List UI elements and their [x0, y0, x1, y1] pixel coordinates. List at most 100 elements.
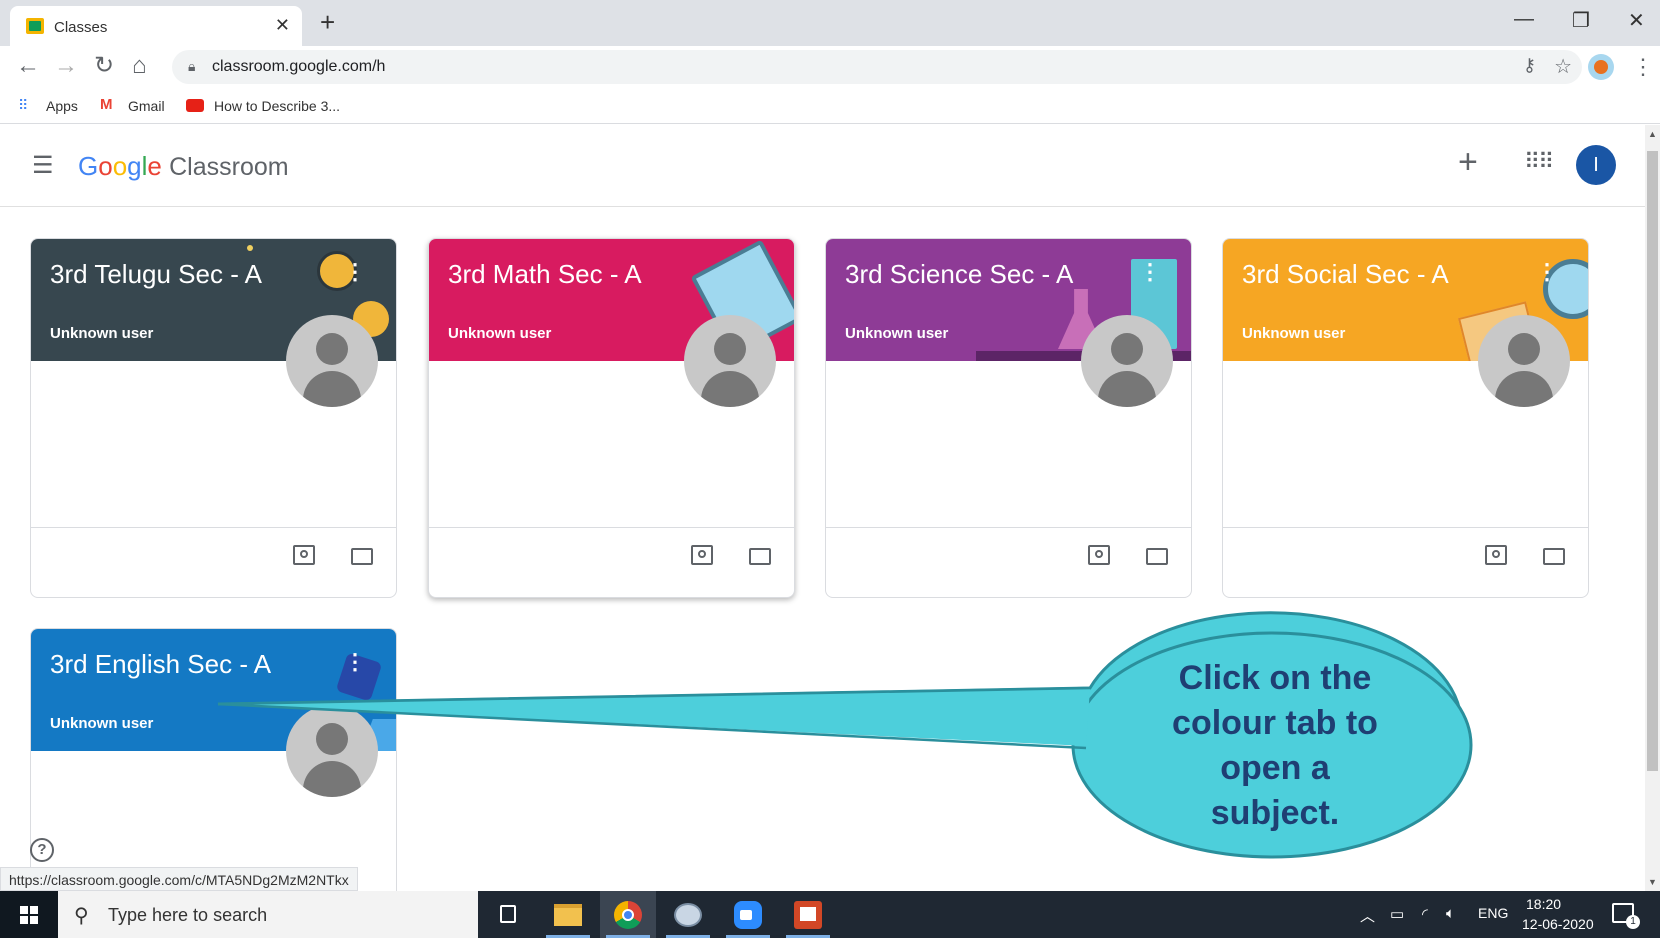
link-status-url: https://classroom.google.com/c/MTA5NDg2M… [0, 867, 358, 891]
battery-icon[interactable]: ▭ [1390, 905, 1404, 923]
logo-product-name: Classroom [169, 153, 289, 181]
tab-classes[interactable]: Classes ✕ [10, 6, 302, 46]
page-scrollbar[interactable]: ▲ ▼ [1645, 125, 1660, 891]
class-options-icon[interactable]: ⋮ [1139, 259, 1161, 285]
class-options-icon[interactable]: ⋮ [344, 259, 366, 285]
card-divider [429, 527, 794, 528]
callout-line: open a [1220, 749, 1330, 787]
scroll-down-icon[interactable]: ▼ [1648, 877, 1657, 887]
class-owner[interactable]: Unknown user [448, 325, 551, 342]
paint-icon[interactable] [660, 891, 716, 938]
file-explorer-icon[interactable] [540, 891, 596, 938]
class-owner[interactable]: Unknown user [845, 325, 948, 342]
classroom-favicon-icon [26, 18, 44, 34]
google-classroom-logo[interactable]: Google Classroom [78, 151, 289, 182]
help-icon[interactable]: ? [30, 838, 54, 862]
folder-icon[interactable] [1543, 548, 1565, 565]
powerpoint-icon[interactable] [780, 891, 836, 938]
new-tab-button[interactable]: + [320, 9, 335, 35]
browser-menu-icon[interactable]: ⋮ [1632, 54, 1654, 80]
omnibox[interactable]: 🔒︎ classroom.google.com/h ⚷ ☆ [172, 50, 1582, 84]
card-divider [1223, 527, 1588, 528]
class-owner[interactable]: Unknown user [50, 715, 153, 732]
account-avatar[interactable]: I [1576, 145, 1616, 185]
bookmark-gmail[interactable]: Gmail [128, 98, 165, 114]
scroll-thumb[interactable] [1647, 151, 1658, 771]
class-options-icon[interactable]: ⋮ [344, 649, 366, 675]
clock-date[interactable]: 12-06-2020 [1522, 916, 1594, 932]
apps-grid-icon: ⠿ [18, 97, 29, 113]
class-title[interactable]: 3rd English Sec - A [50, 649, 271, 680]
minimize-icon[interactable]: — [1514, 8, 1534, 31]
star-icon[interactable]: ☆ [1554, 54, 1572, 79]
callout-line: subject. [1210, 794, 1340, 832]
classroom-header: ☰ Google Classroom + ⠿⠿ I [0, 125, 1645, 207]
windows-taskbar: ⚲ Type here to search ︿ ▭ ◜ 🔈︎ ENG 18:20… [0, 891, 1660, 938]
create-or-join-class-button[interactable]: + [1458, 143, 1478, 182]
folder-icon[interactable] [1146, 548, 1168, 565]
notification-count: 1 [1626, 915, 1640, 929]
callout-text: Click on the colour tab to open a subjec… [1090, 656, 1460, 836]
teacher-avatar [1081, 315, 1173, 407]
reload-icon[interactable]: ↻ [94, 54, 114, 78]
class-owner[interactable]: Unknown user [50, 325, 153, 342]
tab-title: Classes [54, 19, 108, 36]
notifications-icon[interactable]: 1 [1612, 903, 1640, 929]
card-divider [826, 527, 1191, 528]
class-card-social: 3rd Social Sec - A Unknown user ⋮ [1222, 238, 1589, 598]
search-icon: ⚲ [74, 905, 89, 927]
bookmark-apps[interactable]: Apps [46, 98, 78, 114]
chrome-taskbar-icon[interactable] [600, 891, 656, 938]
class-title[interactable]: 3rd Telugu Sec - A [50, 259, 262, 290]
gmail-icon: M [100, 96, 113, 113]
bookmark-how-to-describe[interactable]: How to Describe 3... [214, 98, 340, 114]
class-card-science: 3rd Science Sec - A Unknown user ⋮ [825, 238, 1192, 598]
assignments-icon[interactable] [691, 545, 713, 565]
key-icon[interactable]: ⚷ [1523, 55, 1536, 76]
assignments-icon[interactable] [293, 545, 315, 565]
close-window-icon[interactable]: ✕ [1628, 8, 1645, 33]
volume-icon[interactable]: 🔈︎ [1446, 905, 1455, 922]
class-card-english: 3rd English Sec - A Unknown user ⋮ [30, 628, 397, 908]
show-hidden-icons-icon[interactable]: ︿ [1360, 905, 1375, 926]
assignments-icon[interactable] [1485, 545, 1507, 565]
scroll-up-icon[interactable]: ▲ [1648, 129, 1657, 139]
url-text[interactable]: classroom.google.com/h [212, 58, 385, 76]
youtube-icon [186, 99, 204, 112]
class-card-telugu: 3rd Telugu Sec - A Unknown user ⋮ [30, 238, 397, 598]
callout-line: colour tab to [1172, 704, 1378, 742]
taskbar-search-placeholder: Type here to search [108, 905, 268, 925]
assignments-icon[interactable] [1088, 545, 1110, 565]
browser-tab-strip: Classes ✕ + — ❐ ✕ [0, 0, 1660, 46]
callout-line: Click on the [1178, 659, 1372, 697]
back-icon[interactable]: ← [16, 54, 40, 78]
bookmarks-bar: ⠿ Apps M Gmail How to Describe 3... [0, 88, 1660, 124]
zoom-icon[interactable] [720, 891, 776, 938]
windows-logo-icon [20, 906, 38, 924]
class-title[interactable]: 3rd Math Sec - A [448, 259, 642, 290]
wifi-icon[interactable]: ◜ [1422, 905, 1428, 923]
folder-icon[interactable] [351, 548, 373, 565]
lock-icon: 🔒︎ [188, 58, 196, 74]
class-options-icon[interactable]: ⋮ [1536, 259, 1558, 285]
folder-icon[interactable] [749, 548, 771, 565]
restore-icon[interactable]: ❐ [1572, 8, 1590, 33]
extension-icon[interactable] [1588, 54, 1614, 80]
task-view-icon[interactable] [480, 891, 536, 938]
taskbar-search-box[interactable]: ⚲ Type here to search [58, 891, 478, 938]
clock-time[interactable]: 18:20 [1526, 896, 1561, 912]
close-tab-icon[interactable]: ✕ [275, 15, 290, 36]
google-apps-icon[interactable]: ⠿⠿ [1524, 149, 1554, 175]
forward-icon[interactable]: → [54, 54, 78, 78]
class-title[interactable]: 3rd Social Sec - A [1242, 259, 1449, 290]
teacher-avatar [684, 315, 776, 407]
language-indicator[interactable]: ENG [1478, 905, 1508, 921]
teacher-avatar [1478, 315, 1570, 407]
home-icon[interactable]: ⌂ [132, 54, 147, 78]
card-divider [31, 527, 396, 528]
start-button[interactable] [0, 891, 58, 938]
class-owner[interactable]: Unknown user [1242, 325, 1345, 342]
main-menu-icon[interactable]: ☰ [32, 151, 54, 180]
sparkle-icon [247, 245, 253, 251]
class-title[interactable]: 3rd Science Sec - A [845, 259, 1073, 290]
